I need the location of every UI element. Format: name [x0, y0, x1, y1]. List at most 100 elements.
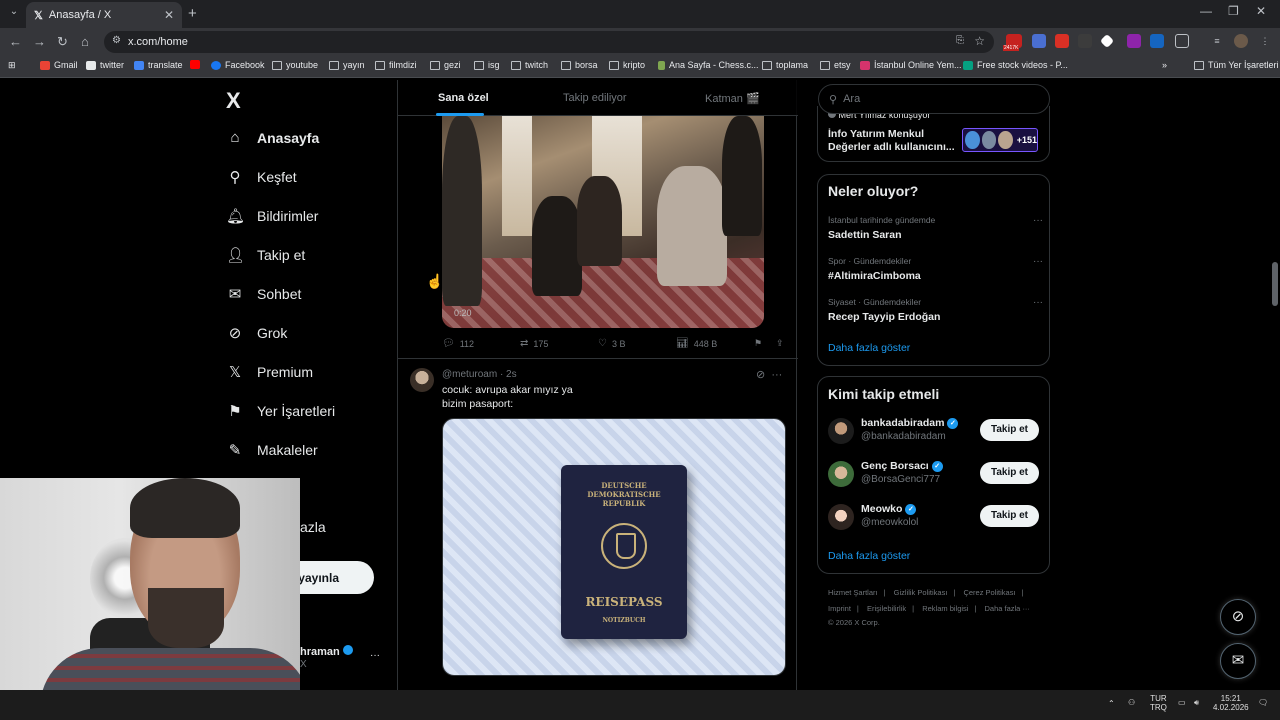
follow-button[interactable]: Takip et	[980, 462, 1039, 484]
tab-following[interactable]: Takip ediliyor	[563, 92, 627, 104]
tab-search-icon[interactable]: ⌄	[6, 6, 22, 22]
diamond-ext-icon[interactable]	[1099, 33, 1115, 49]
nav-chat[interactable]: ✉ Sohbet	[226, 285, 302, 303]
volume-icon[interactable]: 🔊︎	[1194, 698, 1199, 708]
more-icon[interactable]: ···	[771, 369, 782, 381]
bookmark-folder-borsa[interactable]: borsa	[561, 60, 598, 70]
follow-suggestion[interactable]: Genç Borsacı ✓ @BorsaGenci777 Takip et	[828, 458, 1043, 492]
profile-name-fragment[interactable]: hraman	[300, 645, 353, 658]
all-bookmarks-folder[interactable]: Tüm Yer İşaretleri	[1194, 60, 1279, 70]
reading-list-icon[interactable]: ≡	[1210, 34, 1224, 48]
bookmark-folder-etsy[interactable]: etsy	[820, 60, 851, 70]
notification-icon[interactable]: 🗨︎	[1258, 698, 1268, 707]
follow-button[interactable]: Takip et	[980, 505, 1039, 527]
close-window-icon[interactable]: ✕	[1256, 4, 1266, 18]
restore-icon[interactable]: ❐	[1228, 4, 1239, 18]
nav-notifications[interactable]: 🔔︎ Bildirimler	[226, 207, 318, 225]
footer-link[interactable]: Erişilebilirlik	[867, 604, 906, 613]
tab-for-you[interactable]: Sana özel	[438, 92, 489, 104]
avatar[interactable]	[410, 368, 434, 392]
reload-icon[interactable]: ↻	[57, 34, 68, 50]
follow-suggestion[interactable]: bankadabiradam ✓ @bankadabiradam Takip et	[828, 415, 1043, 449]
follow-suggestion[interactable]: Meowko ✓ @meowkolol Takip et	[828, 501, 1043, 535]
trend-item[interactable]: Spor · Gündemdekiler #AltimiraCimboma ···	[828, 256, 1043, 282]
back-icon[interactable]: ←	[9, 34, 22, 49]
bookmark-folder-kripto[interactable]: kripto	[609, 60, 645, 70]
install-icon[interactable]: ⎘	[956, 35, 964, 46]
spaces-card[interactable]: Mert Yılmaz konuşuyor İnfo Yatırım Menku…	[817, 106, 1050, 162]
bookmark-youtube-icon[interactable]	[190, 60, 204, 69]
nav-grok[interactable]: ⊘ Grok	[226, 324, 288, 342]
follow-button[interactable]: Takip et	[980, 419, 1039, 441]
nav-explore[interactable]: ⚲ Keşfet	[226, 168, 297, 186]
tweet-video[interactable]: 0:20	[442, 116, 764, 328]
browser-tab-active[interactable]: 𝕏 Anasayfa / X ✕	[26, 2, 182, 28]
site-info-icon[interactable]: ⚙	[112, 35, 121, 46]
more-icon[interactable]: ···	[1033, 297, 1043, 308]
translate-ext-icon[interactable]	[1032, 34, 1046, 48]
browser-menu-icon[interactable]: ⋮	[1258, 34, 1272, 48]
page-scrollbar[interactable]	[1270, 80, 1280, 690]
clock[interactable]: 15:21 4.02.2026	[1213, 694, 1249, 712]
like-button[interactable]: ♡ 3 B	[598, 338, 625, 349]
display-icon[interactable]: ▭	[1178, 698, 1186, 707]
nav-premium[interactable]: 𝕏 Premium	[226, 363, 313, 381]
bookmark-translate[interactable]: translate	[134, 60, 183, 70]
input-language[interactable]: TUR TRQ	[1150, 694, 1167, 712]
bookmark-folder-gezi[interactable]: gezi	[430, 60, 461, 70]
grok-tweet-icon[interactable]: ⊘	[756, 369, 765, 381]
gear-ext-icon[interactable]	[1078, 34, 1092, 48]
bookmark-chess[interactable]: Ana Sayfa - Chess.c...	[658, 60, 759, 70]
footer-link[interactable]: Reklam bilgisi	[922, 604, 968, 613]
tab-katman[interactable]: Katman 🎬	[705, 92, 760, 105]
footer-link[interactable]: Imprint	[828, 604, 851, 613]
new-tab-button[interactable]: +	[188, 5, 197, 22]
bookmark-folder-twitch[interactable]: twitch	[511, 60, 548, 70]
bookmarks-overflow-icon[interactable]: »	[1162, 60, 1167, 70]
nav-more-fragment[interactable]: azla	[300, 519, 326, 535]
bookmark-folder-toplama[interactable]: toplama	[762, 60, 808, 70]
bookmark-folder-yayin[interactable]: yayın	[329, 60, 365, 70]
minimize-icon[interactable]: —	[1200, 4, 1212, 18]
bookmark-yemek[interactable]: İstanbul Online Yem...	[860, 60, 962, 70]
network-tray-icon[interactable]: ⚇	[1128, 698, 1135, 707]
repost-button[interactable]: ⇄ 175	[520, 338, 548, 349]
bookmark-folder-filmdizi[interactable]: filmdizi	[375, 60, 417, 70]
nav-home[interactable]: ⌂ Anasayfa	[226, 129, 319, 146]
forward-icon[interactable]: →	[33, 34, 46, 49]
adblock-ext-icon[interactable]	[1055, 34, 1069, 48]
trend-item[interactable]: İstanbul tarihinde gündemde Sadettin Sara…	[828, 215, 1043, 241]
purple-ext-icon[interactable]	[1127, 34, 1141, 48]
profile-avatar-icon[interactable]	[1234, 34, 1248, 48]
bookmark-folder-youtube[interactable]: youtube	[272, 60, 318, 70]
grok-fab-icon[interactable]: ⊘	[1220, 599, 1256, 635]
bookmark-tweet-icon[interactable]: ⚑	[754, 338, 762, 349]
home-browser-icon[interactable]: ⌂	[81, 34, 89, 49]
apps-grid-icon[interactable]: ⊞	[8, 60, 16, 71]
scrollbar-thumb[interactable]	[1272, 262, 1278, 306]
nav-articles[interactable]: ✎ Makaleler	[226, 441, 318, 459]
audio-ext-icon[interactable]	[1150, 34, 1164, 48]
search-input[interactable]: ⚲ Ara	[818, 84, 1050, 114]
nav-follow[interactable]: 👤︎ Takip et	[226, 246, 305, 264]
bookmark-pexels[interactable]: Free stock videos - P...	[963, 60, 1068, 70]
footer-link[interactable]: Gizlilik Politikası	[894, 588, 948, 597]
share-icon[interactable]: ⇪	[776, 338, 784, 349]
bookmark-facebook[interactable]: Facebook	[211, 60, 265, 70]
profile-more-icon[interactable]: ···	[370, 650, 380, 661]
tray-chevron-icon[interactable]: ⌃	[1108, 699, 1115, 708]
tweet-handle[interactable]: @meturoam · 2s	[442, 369, 517, 380]
views-button[interactable]: 📊︎ 448 B	[676, 338, 717, 349]
footer-link[interactable]: Hizmet Şartları	[828, 588, 878, 597]
tweet-photo[interactable]: DEUTSCHE DEMOKRATISCHE REPUBLIK REISEPAS…	[442, 418, 786, 676]
show-more-trends[interactable]: Daha fazla göster	[828, 342, 910, 354]
show-more-follow[interactable]: Daha fazla göster	[828, 550, 910, 562]
more-icon[interactable]: ···	[1033, 215, 1043, 226]
trend-item[interactable]: Siyaset · Gündemdekiler Recep Tayyip Erdo…	[828, 297, 1043, 323]
x-logo-icon[interactable]: X	[226, 88, 241, 114]
bookmark-gmail[interactable]: Gmail	[40, 60, 78, 70]
reply-button[interactable]: 💬︎ 112	[442, 338, 474, 349]
tab-close-icon[interactable]: ✕	[164, 8, 174, 22]
extensions-puzzle-icon[interactable]	[1175, 34, 1189, 48]
bookmark-folder-isg[interactable]: isg	[474, 60, 500, 70]
